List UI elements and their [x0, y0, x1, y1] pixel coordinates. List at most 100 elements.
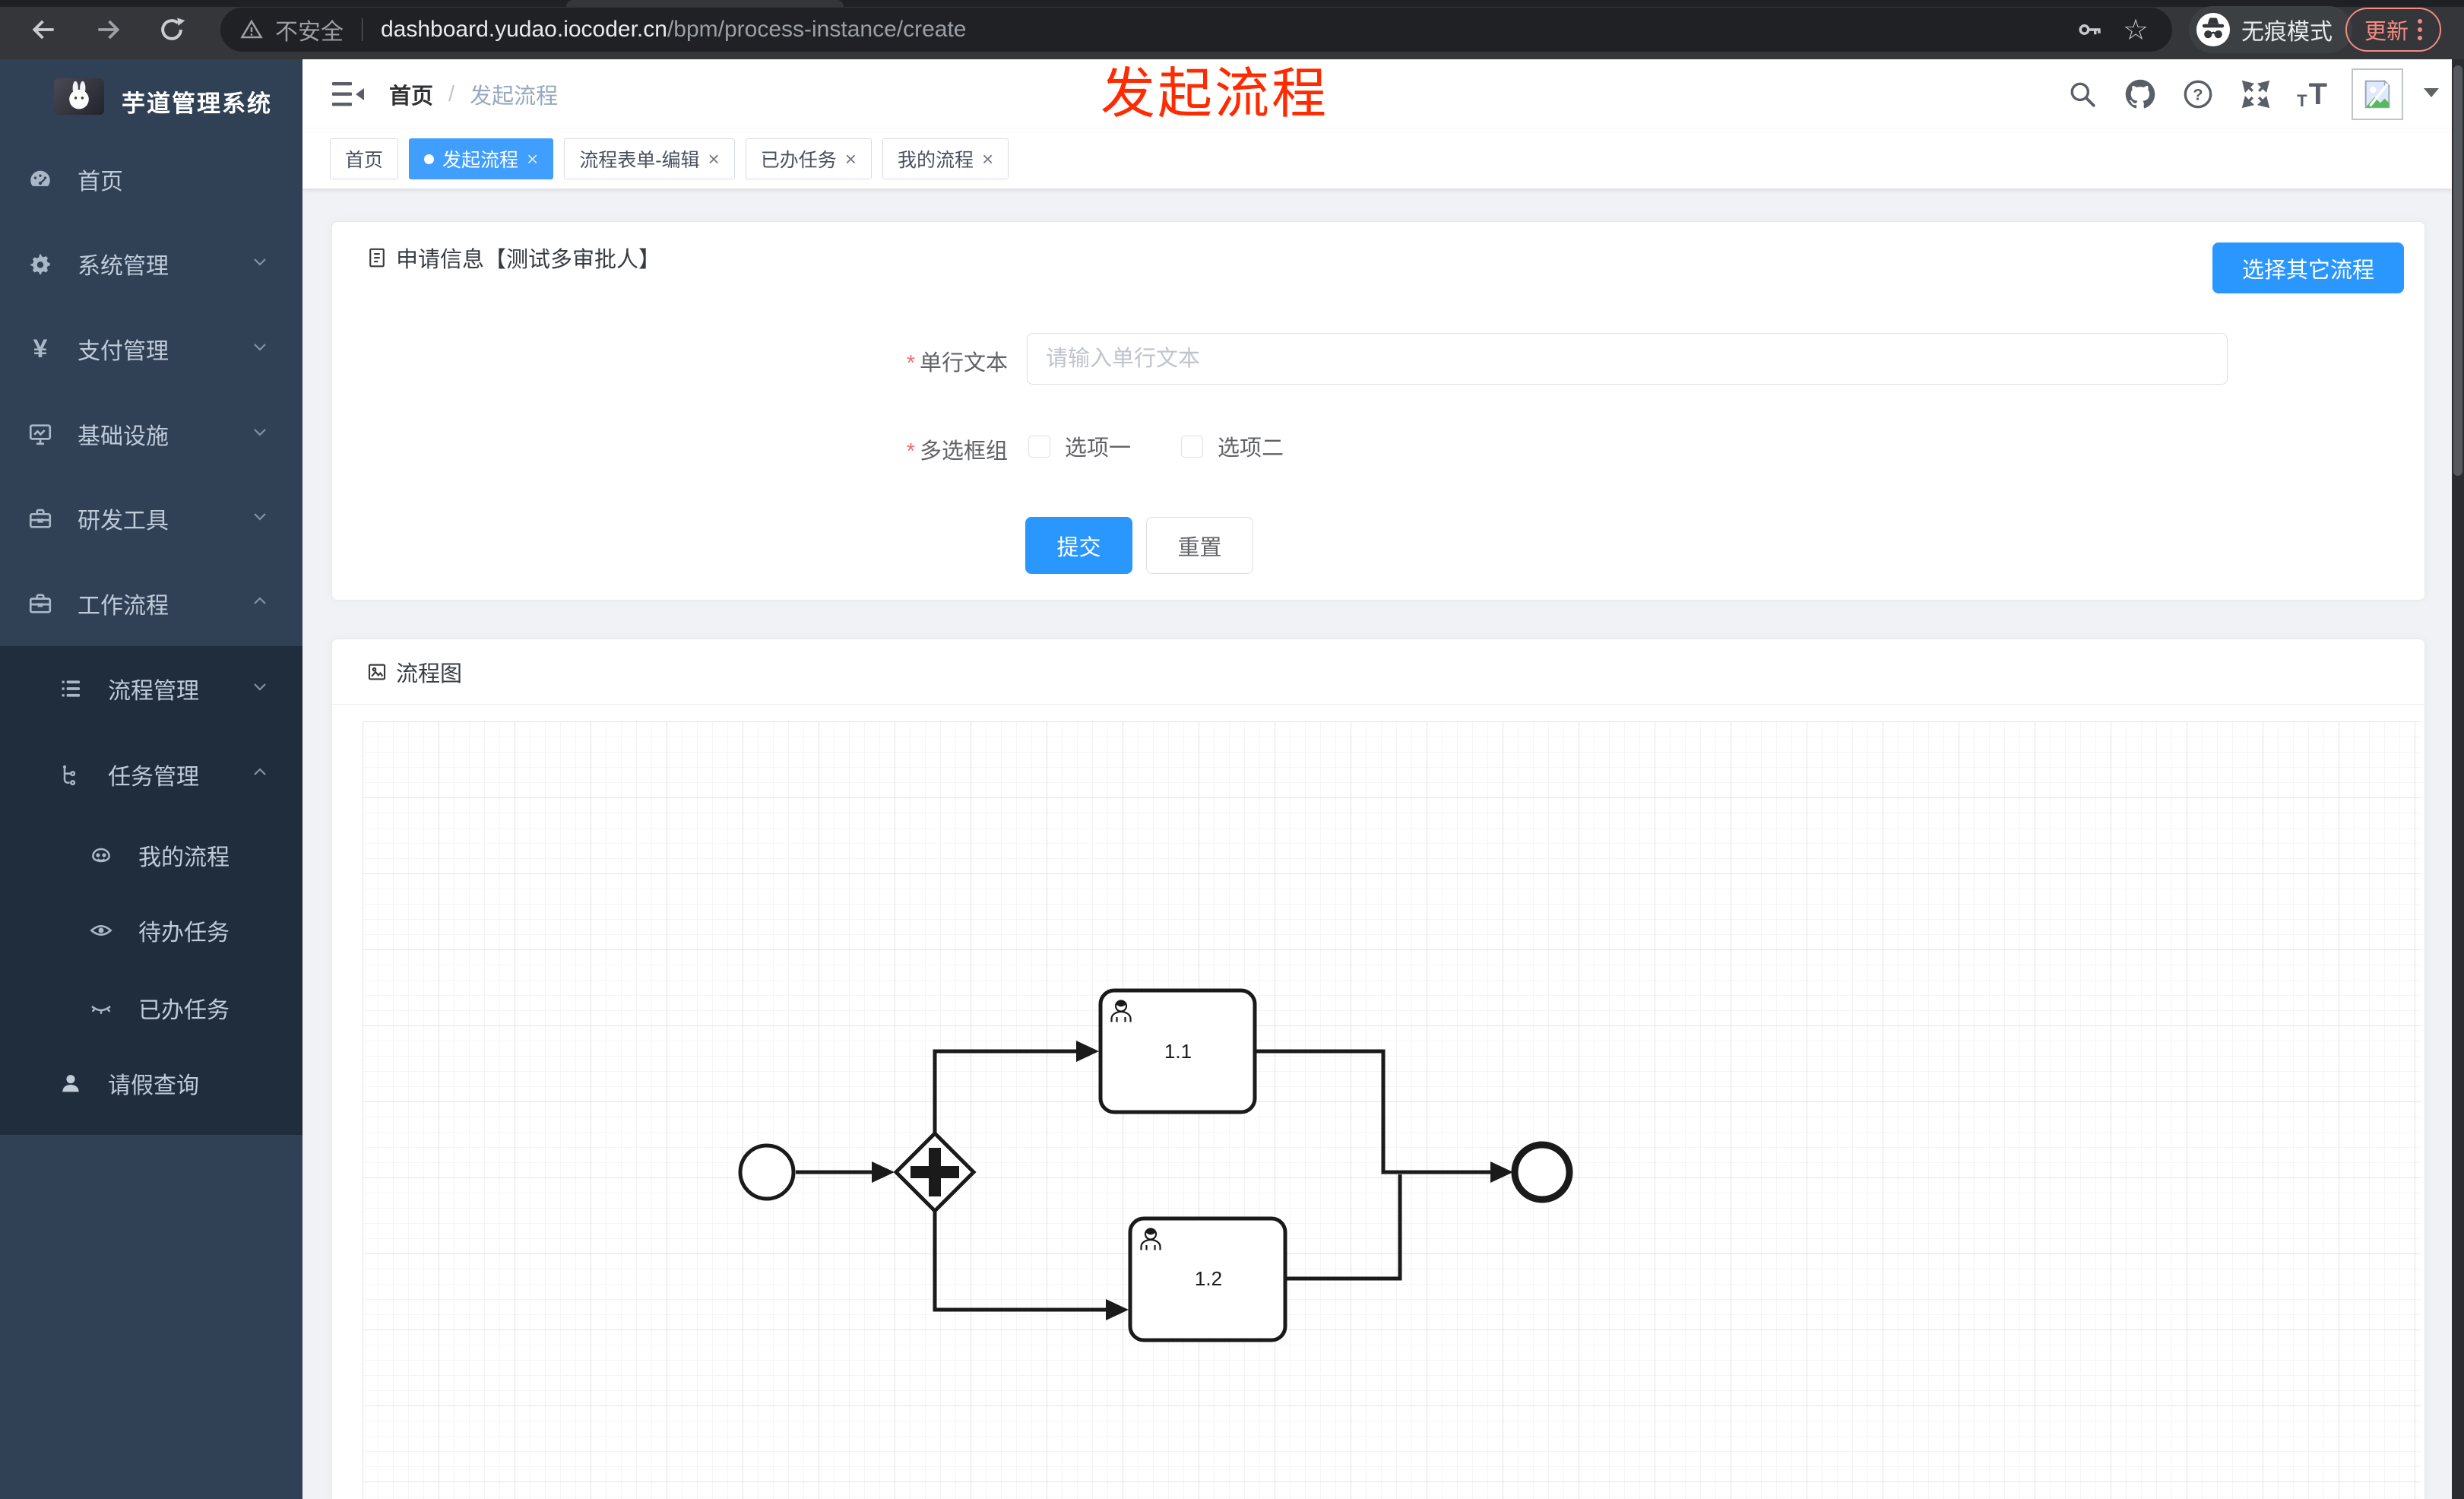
- checkbox-option-2[interactable]: 选项二: [1181, 430, 1284, 462]
- sidebar-item-my-processes[interactable]: 我的流程: [0, 825, 302, 886]
- reset-button[interactable]: 重置: [1146, 517, 1253, 574]
- reload-icon: [161, 17, 185, 40]
- chevron-down-icon: [251, 676, 269, 702]
- task-label: 1.1: [1164, 1040, 1192, 1063]
- avatar-caret-icon[interactable]: [2423, 87, 2440, 102]
- tab-close-icon[interactable]: ×: [708, 149, 720, 169]
- sidebar-item-workflow[interactable]: 工作流程: [0, 573, 302, 634]
- tab-my-processes[interactable]: 我的流程 ×: [882, 138, 1009, 179]
- hamburger-icon: [332, 82, 364, 106]
- tab-home[interactable]: 首页: [330, 138, 399, 179]
- flow-diagram-header: 流程图: [332, 639, 2424, 705]
- sidebar-collapse-button[interactable]: [331, 79, 365, 109]
- chevron-down-icon: [251, 336, 269, 362]
- bpmn-parallel-gateway: [893, 1130, 977, 1214]
- breadcrumb-separator: /: [448, 81, 455, 106]
- sidebar-item-leave-query[interactable]: 请假查询: [0, 1053, 302, 1114]
- sidebar-item-task-management[interactable]: 任务管理: [0, 744, 302, 805]
- field-label-single-line: * 单行文本: [906, 351, 1008, 376]
- sidebar-item-system[interactable]: 系统管理: [0, 233, 302, 294]
- main-area: 首页 / 发起流程 ? T T 首页 发起流程 × 流程表单-编辑 × 已办任务…: [302, 59, 2452, 1499]
- sidebar-item-todo-tasks[interactable]: 待办任务: [0, 900, 302, 961]
- tab-close-icon[interactable]: ×: [982, 149, 993, 169]
- image-icon: [368, 664, 386, 680]
- sidebar-item-done-tasks[interactable]: 已办任务: [0, 978, 302, 1038]
- browser-menu-dots-icon[interactable]: [2418, 19, 2422, 40]
- omnibox-divider: [362, 18, 363, 41]
- checkbox-option-1[interactable]: 选项一: [1028, 430, 1131, 462]
- flow-gateway-to-task2: [933, 1210, 1107, 1312]
- browser-update-button[interactable]: 更新: [2345, 8, 2441, 52]
- sidebar-item-process-management[interactable]: 流程管理: [0, 658, 302, 719]
- sidebar-item-label: 待办任务: [138, 921, 230, 946]
- browser-active-tab-top[interactable]: [566, 0, 844, 7]
- sidebar-item-label: 基础设施: [78, 424, 169, 449]
- sidebar-item-dev-tools[interactable]: 研发工具: [0, 488, 302, 549]
- flow-task1-to-end: [1255, 1049, 1492, 1174]
- tab-close-icon[interactable]: ×: [527, 149, 538, 169]
- password-key-icon[interactable]: [2073, 13, 2107, 46]
- choose-other-process-button[interactable]: 选择其它流程: [2212, 242, 2404, 293]
- tab-process-form-edit[interactable]: 流程表单-编辑 ×: [564, 138, 735, 179]
- bpmn-diagram: 1.1 1.2: [738, 988, 1573, 1342]
- search-icon[interactable]: [2066, 78, 2099, 111]
- tab-done-tasks[interactable]: 已办任务 ×: [745, 138, 872, 179]
- navbar-actions: ? TT: [2066, 59, 2440, 129]
- sidebar-item-home[interactable]: 首页: [0, 149, 302, 210]
- breadcrumb: 首页 / 发起流程: [389, 59, 558, 129]
- bookmark-star-icon[interactable]: ☆: [2119, 13, 2152, 46]
- submit-button[interactable]: 提交: [1025, 517, 1132, 574]
- tags-view-bar: 首页 发起流程 × 流程表单-编辑 × 已办任务 × 我的流程 ×: [302, 129, 2452, 189]
- sidebar-item-label: 系统管理: [78, 254, 169, 279]
- font-size-icon[interactable]: TT: [2297, 79, 2327, 109]
- browser-reload-button[interactable]: [154, 11, 190, 48]
- page-content: 申请信息【测试多审批人】 选择其它流程 *单行文本 *多选框组 选项一 选项: [302, 189, 2452, 1499]
- dashboard-icon: [27, 166, 53, 192]
- bpmn-end-event: [1511, 1141, 1573, 1203]
- task-label: 1.2: [1195, 1267, 1222, 1290]
- checkbox-icon[interactable]: [1028, 435, 1050, 458]
- github-icon[interactable]: [2124, 78, 2157, 111]
- flow-diagram-card: 流程图 1.1 1.2: [331, 639, 2425, 1499]
- bpmn-user-task-1-1: 1.1: [1098, 988, 1257, 1114]
- sidebar-item-payment[interactable]: ¥ 支付管理: [0, 318, 302, 379]
- tab-start-process[interactable]: 发起流程 ×: [409, 138, 554, 179]
- sidebar-item-label: 任务管理: [108, 765, 199, 790]
- sidebar-logo[interactable]: 芋道管理系统: [0, 59, 302, 132]
- browser-back-button[interactable]: [26, 11, 62, 48]
- window-scrollbar-thumb[interactable]: [2453, 65, 2462, 476]
- checkbox-group: 选项一 选项二: [1028, 423, 1334, 469]
- bpmn-canvas[interactable]: 1.1 1.2: [333, 705, 2424, 1499]
- suitcase-icon: [27, 591, 53, 616]
- sidebar-item-infrastructure[interactable]: 基础设施: [0, 404, 302, 464]
- tab-close-icon[interactable]: ×: [845, 149, 857, 169]
- url-path: /bpm/process-instance/create: [667, 17, 967, 42]
- sidebar-item-label: 流程管理: [108, 679, 199, 704]
- top-navbar: 首页 / 发起流程 ? T T: [302, 59, 2452, 129]
- chevron-up-icon: [251, 591, 269, 616]
- sidebar-item-label: 工作流程: [78, 594, 169, 619]
- document-icon: [369, 248, 385, 268]
- app-frame: 芋道管理系统 首页 系统管理 ¥ 支付管理 基础设施 研发工具 工作流程 流程管…: [0, 59, 2464, 1499]
- tree-icon: [58, 762, 84, 788]
- single-line-text-input[interactable]: [1027, 333, 2228, 385]
- sidebar-item-label: 我的流程: [138, 845, 230, 870]
- chevron-down-icon: [251, 505, 269, 531]
- fullscreen-icon[interactable]: [2239, 78, 2272, 111]
- help-icon[interactable]: ?: [2181, 78, 2215, 111]
- checkbox-icon[interactable]: [1181, 435, 1204, 458]
- chevron-down-icon: [251, 251, 269, 277]
- browser-tabstrip: [0, 0, 2464, 7]
- field-label-checkbox-group: * 多选框组: [906, 439, 1008, 464]
- window-scrollbar[interactable]: [2452, 59, 2464, 1499]
- incognito-badge: 无痕模式: [2189, 6, 2352, 53]
- breadcrumb-home[interactable]: 首页: [389, 78, 433, 110]
- security-label[interactable]: 不安全: [275, 13, 344, 46]
- browser-forward-button[interactable]: [90, 11, 126, 48]
- yen-icon: ¥: [33, 334, 48, 363]
- app-title: 芋道管理系统: [122, 90, 272, 117]
- address-bar[interactable]: 不安全 dashboard.yudao.iocoder.cn/bpm/proce…: [220, 8, 2172, 52]
- active-tab-dot: [424, 154, 435, 164]
- url-text[interactable]: dashboard.yudao.iocoder.cn/bpm/process-i…: [381, 17, 966, 43]
- user-avatar[interactable]: [2352, 68, 2403, 120]
